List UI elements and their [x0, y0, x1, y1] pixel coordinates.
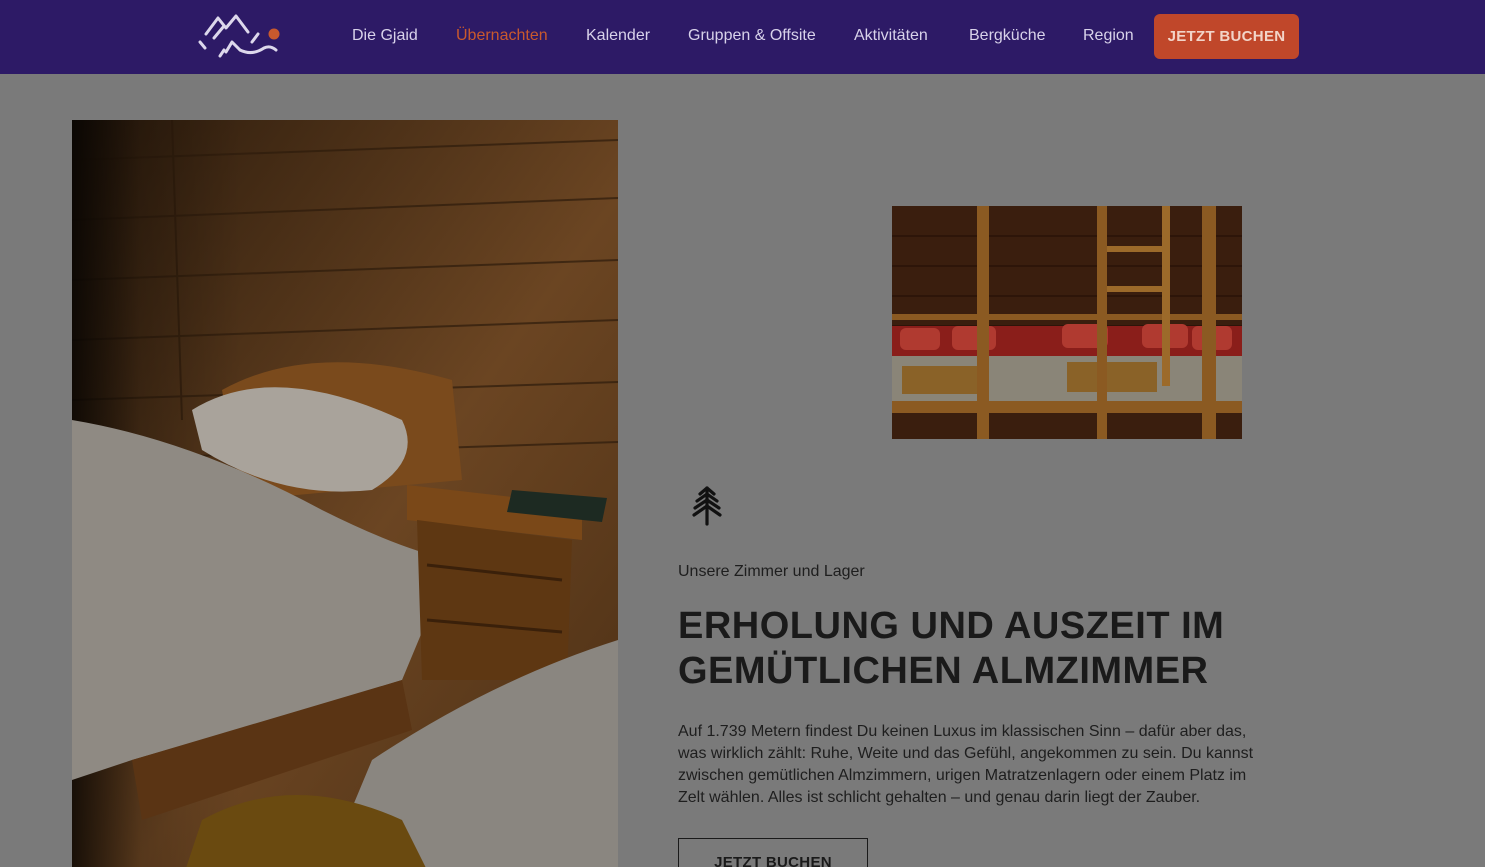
nav-item-region[interactable]: Region [1083, 27, 1134, 45]
nav-item-kalender[interactable]: Kalender [586, 27, 650, 45]
nav-item-gruppen-offsite[interactable]: Gruppen & Offsite [688, 27, 816, 45]
nav-item-aktivitaeten[interactable]: Aktivitäten [854, 27, 928, 45]
mountain-logo-icon[interactable] [196, 12, 284, 60]
room-photo-dormitory [892, 206, 1242, 439]
page-headline: ERHOLUNG UND AUSZEIT IM GEMÜTLICHEN ALMZ… [678, 605, 1225, 692]
room-photo-beds [72, 120, 618, 867]
pine-tree-icon [692, 486, 722, 526]
book-now-button-header[interactable]: JETZT BUCHEN [1154, 14, 1299, 59]
book-now-button-content[interactable]: JETZT BUCHEN [678, 838, 868, 867]
nav-item-uebernachten[interactable]: Übernachten [456, 27, 548, 45]
intro-paragraph: Auf 1.739 Metern findest Du keinen Luxus… [678, 723, 1254, 806]
nav-item-die-gjaid[interactable]: Die Gjaid [352, 27, 418, 45]
top-navbar: Die Gjaid Übernachten Kalender Gruppen &… [0, 0, 1485, 74]
nav-item-bergkueche[interactable]: Bergküche [969, 27, 1046, 45]
section-eyebrow: Unsere Zimmer und Lager [678, 563, 865, 580]
